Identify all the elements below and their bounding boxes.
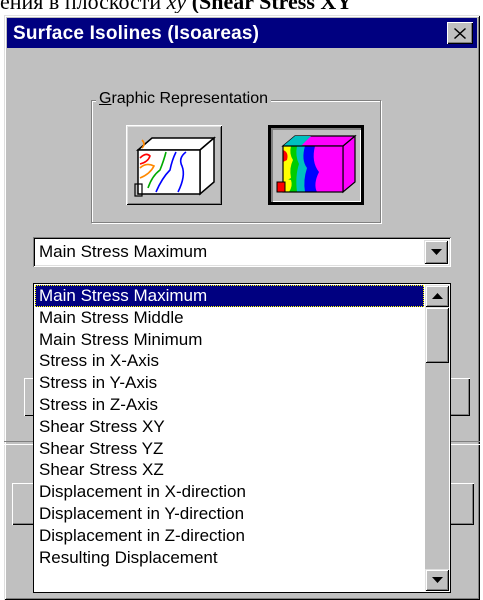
combobox-dropdown-button[interactable] (424, 240, 448, 264)
dropdown-option[interactable]: Shear Stress YZ (35, 438, 424, 460)
close-icon (454, 27, 466, 39)
dropdown-option[interactable]: Main Stress Maximum (35, 285, 424, 307)
dropdown-arrow-icon (430, 249, 442, 255)
scroll-down-arrow-icon (431, 577, 443, 583)
scroll-up-arrow-icon (431, 293, 443, 299)
isoareas-box-icon (276, 134, 357, 194)
dropdown-option[interactable]: Shear Stress XZ (35, 459, 424, 481)
dropdown-option[interactable]: Main Stress Middle (35, 307, 424, 329)
result-type-combobox[interactable]: Main Stress Maximum (33, 237, 451, 267)
dropdown-option[interactable]: Stress in Z-Axis (35, 394, 424, 416)
scroll-down-button[interactable] (425, 569, 449, 591)
dialog-title: Surface Isolines (Isoareas) (13, 23, 260, 44)
isolines-box-icon (134, 136, 216, 197)
graphic-representation-group: Graphic Representation (91, 90, 381, 223)
isoareas-button[interactable] (268, 125, 364, 205)
document-text: ения в плоскости xy (Shear Stress XY (0, 0, 353, 13)
dropdown-option[interactable]: Displacement in Z-direction (35, 525, 424, 547)
result-type-dropdown-list[interactable]: Main Stress Maximum Main Stress Middle Mai… (33, 283, 451, 593)
dropdown-option[interactable]: Main Stress Minimum (35, 329, 424, 351)
scroll-track[interactable] (425, 363, 449, 569)
dropdown-option[interactable]: Displacement in X-direction (35, 481, 424, 503)
scroll-thumb[interactable] (425, 307, 449, 363)
dropdown-options: Main Stress Maximum Main Stress Middle Mai… (35, 285, 424, 568)
scroll-up-button[interactable] (425, 285, 449, 307)
isolines-button[interactable] (126, 125, 222, 205)
list-scrollbar[interactable] (425, 285, 449, 591)
dropdown-option[interactable]: Stress in X-Axis (35, 350, 424, 372)
close-button[interactable] (447, 22, 473, 44)
combobox-value: Main Stress Maximum (39, 242, 208, 261)
dropdown-option[interactable]: Shear Stress XY (35, 416, 424, 438)
title-bar: Surface Isolines (Isoareas) (7, 18, 477, 48)
dropdown-option[interactable]: Resulting Displacement (35, 547, 424, 569)
graphic-representation-label: Graphic Representation (96, 90, 271, 108)
dropdown-option[interactable]: Displacement in Y-direction (35, 503, 424, 525)
dropdown-option[interactable]: Stress in Y-Axis (35, 372, 424, 394)
